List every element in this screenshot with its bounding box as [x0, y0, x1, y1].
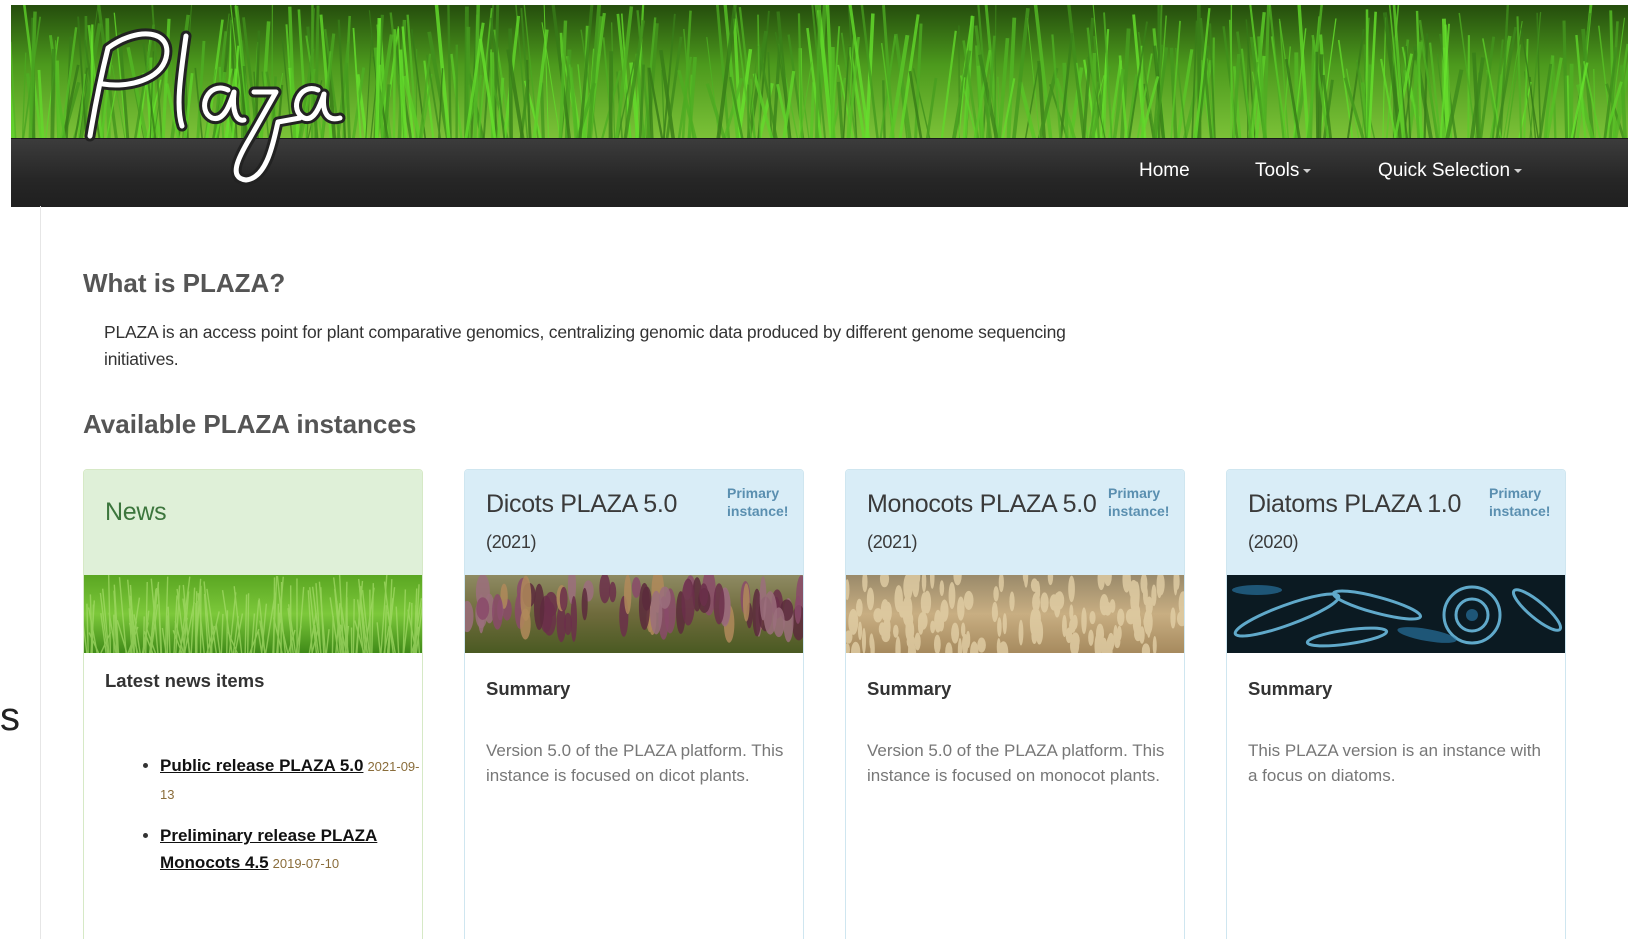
news-item: Public release PLAZA 5.02021-09-13	[160, 752, 422, 808]
stray-character: s	[0, 695, 20, 739]
nav-tools-label: Tools	[1255, 160, 1300, 181]
diatoms-card-subheading: Summary	[1248, 678, 1333, 699]
nav-home-label: Home	[1139, 160, 1190, 181]
news-item-link[interactable]: Public release PLAZA 5.0	[160, 756, 363, 775]
diatoms-card-year: (2020)	[1248, 532, 1299, 552]
intro-heading: What is PLAZA?	[83, 268, 286, 298]
news-item-date: 2019-07-10	[272, 856, 340, 871]
news-item: Preliminary release PLAZA Monocots 4.520…	[160, 822, 422, 877]
monocots-card[interactable]: Monocots PLAZA 5.0 (2021) Primary instan…	[845, 469, 1185, 939]
monocots-card-header: Monocots PLAZA 5.0 (2021) Primary instan…	[846, 470, 1184, 575]
tools-caret-icon	[1303, 168, 1312, 173]
news-card: News Latest news items Public release PL…	[83, 469, 423, 939]
news-card-subheading: Latest news items	[105, 670, 265, 691]
nav-quick-selection-label: Quick Selection	[1378, 160, 1511, 181]
plaza-logo[interactable]	[78, 18, 368, 186]
nav-tools-dropdown[interactable]: Tools	[1255, 160, 1312, 182]
intro-text: PLAZA is an access point for plant compa…	[104, 322, 1066, 369]
left-divider	[40, 206, 41, 939]
news-grass-image	[84, 575, 422, 653]
dicots-card-title[interactable]: Dicots PLAZA 5.0 (2021)	[486, 486, 716, 560]
news-list: Public release PLAZA 5.02021-09-13 Preli…	[138, 752, 422, 891]
dicots-card[interactable]: Dicots PLAZA 5.0 (2021) Primary instance…	[464, 469, 804, 939]
quick-selection-caret-icon	[1514, 168, 1523, 173]
diatoms-card-text: This PLAZA version is an instance with a…	[1248, 741, 1541, 785]
dicots-card-header: Dicots PLAZA 5.0 (2021) Primary instance…	[465, 470, 803, 575]
news-card-title: News	[105, 498, 167, 526]
monocots-card-title[interactable]: Monocots PLAZA 5.0 (2021)	[867, 486, 1097, 560]
diatoms-primary-tag: Primary instance!	[1489, 485, 1551, 519]
news-item-link[interactable]: Preliminary release PLAZA Monocots 4.5	[160, 826, 377, 872]
dicots-card-text: Version 5.0 of the PLAZA platform. This …	[486, 741, 784, 785]
monocots-card-subheading: Summary	[867, 678, 952, 699]
nav-quick-selection-dropdown[interactable]: Quick Selection	[1378, 160, 1523, 182]
news-card-header: News	[84, 470, 422, 575]
dicots-card-subheading: Summary	[486, 678, 571, 699]
diatoms-card[interactable]: Diatoms PLAZA 1.0 (2020) Primary instanc…	[1226, 469, 1566, 939]
diatoms-card-header: Diatoms PLAZA 1.0 (2020) Primary instanc…	[1227, 470, 1565, 575]
monocots-primary-tag: Primary instance!	[1108, 485, 1170, 519]
dicots-card-year: (2021)	[486, 532, 537, 552]
page: Home Tools Quick Selection s What is PLA…	[0, 0, 1628, 939]
diatoms-card-title[interactable]: Diatoms PLAZA 1.0 (2020)	[1248, 486, 1478, 560]
dicots-card-name: Dicots PLAZA 5.0	[486, 490, 678, 518]
monocots-card-year: (2021)	[867, 532, 918, 552]
diatoms-microscopy-image	[1227, 575, 1565, 653]
diatoms-card-name: Diatoms PLAZA 1.0	[1248, 490, 1462, 518]
instances-heading: Available PLAZA instances	[83, 409, 417, 439]
nav-home[interactable]: Home	[1139, 160, 1190, 182]
dicots-image	[465, 575, 803, 653]
dicots-primary-tag: Primary instance!	[727, 485, 789, 519]
monocots-card-name: Monocots PLAZA 5.0	[867, 490, 1097, 518]
monocots-card-text: Version 5.0 of the PLAZA platform. This …	[867, 741, 1165, 785]
monocots-wheat-image	[846, 575, 1184, 653]
